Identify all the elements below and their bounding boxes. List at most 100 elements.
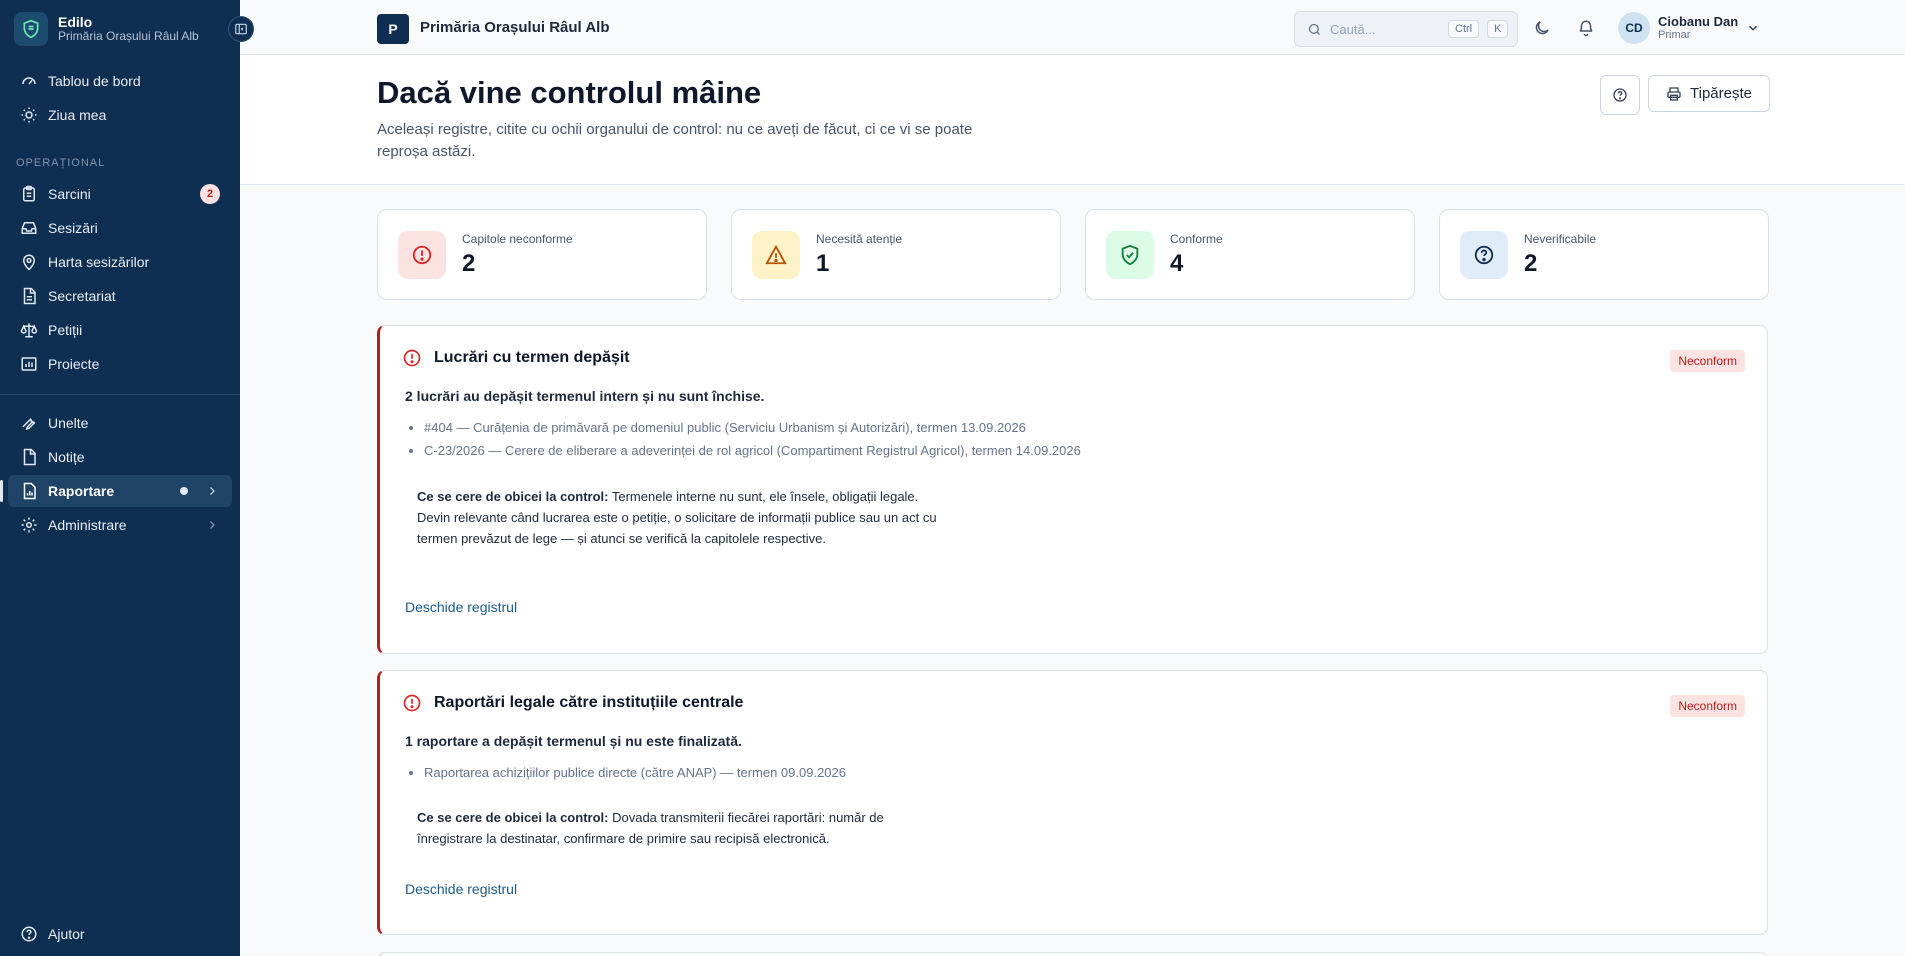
stat-value: 2 <box>462 249 476 277</box>
user-name: Ciobanu Dan <box>1658 13 1739 29</box>
stat-label: Conforme <box>1170 231 1223 246</box>
stat-card-conform[interactable]: Conforme 4 <box>1085 209 1415 300</box>
stat-label: Capitole neconforme <box>462 231 573 246</box>
stat-value: 1 <box>816 249 830 277</box>
sidebar-item-label: Harta sesizărilor <box>48 254 150 270</box>
chevron-right-icon <box>210 521 215 529</box>
list-item: Raportarea achizițiilor publice directe … <box>424 761 846 784</box>
sidebar-item-secretariat[interactable]: Secretariat <box>8 280 232 312</box>
sidebar-collapse-icon <box>235 23 247 35</box>
kbd-ctrl: Ctrl <box>1448 20 1480 38</box>
clipboard-icon <box>23 185 35 202</box>
bell-icon <box>1579 20 1593 37</box>
stat-card-attention[interactable]: Necesită atenție 1 <box>731 209 1061 300</box>
warning-icon <box>752 230 800 279</box>
tasks-count-badge: 2 <box>200 184 220 204</box>
sidebar-item-notes[interactable]: Notițe <box>8 441 232 473</box>
app-org: Primăria Orașului Râul Alb <box>58 29 199 44</box>
collapse-sidebar-button[interactable] <box>228 16 254 42</box>
sidebar-item-label: Ziua mea <box>48 107 107 123</box>
question-circle-icon <box>1613 88 1627 102</box>
alert-circle-icon <box>403 349 421 367</box>
help-button[interactable] <box>1600 75 1640 115</box>
alert-circle-icon <box>398 230 446 279</box>
sidebar-item-dashboard[interactable]: Tablou de bord <box>8 65 232 97</box>
gear-icon <box>21 517 37 533</box>
user-menu[interactable]: CD Ciobanu Dan Primar <box>1618 12 1760 44</box>
sidebar-item-label: Secretariat <box>48 288 116 304</box>
report-icon <box>23 482 36 500</box>
help-circle-icon <box>21 926 37 942</box>
sidebar-item-label: Tablou de bord <box>48 73 141 89</box>
sidebar-item-tools[interactable]: Unelte <box>8 407 232 439</box>
sidebar-item-reports[interactable]: Sesizări <box>8 212 232 244</box>
brand[interactable]: Edilo Primăria Orașului Râul Alb <box>14 12 226 46</box>
stat-card-nonconform[interactable]: Capitole neconforme 2 <box>377 209 707 300</box>
stat-label: Necesită atenție <box>816 231 903 246</box>
section-summary: 2 lucrări au depășit termenul intern și … <box>405 388 765 404</box>
question-icon <box>1460 230 1508 279</box>
shield-check-icon <box>1106 230 1154 279</box>
control-note: Ce se cere de obicei la control: Dovada … <box>417 807 937 849</box>
open-register-link[interactable]: Deschide registrul <box>405 599 517 615</box>
map-pin-icon <box>22 254 36 271</box>
sidebar-item-label: Raportare <box>48 483 115 499</box>
top-header: P Primăria Orașului Râul Alb Ctrl K CD C… <box>240 0 1905 55</box>
sidebar-item-label: Petiții <box>48 322 83 338</box>
scale-icon <box>20 323 38 338</box>
stat-value: 2 <box>1524 249 1538 277</box>
sidebar-item-help[interactable]: Ajutor <box>8 918 232 950</box>
search-box[interactable]: Ctrl K <box>1294 11 1518 47</box>
page-title: Dacă vine controlul mâine <box>377 75 762 110</box>
user-role: Primar <box>1658 29 1691 42</box>
avatar: CD <box>1618 12 1650 44</box>
stat-label: Neverificabile <box>1524 231 1597 246</box>
header-org-name[interactable]: Primăria Orașului Râul Alb <box>420 19 610 36</box>
sidebar-item-map[interactable]: Harta sesizărilor <box>8 246 232 278</box>
app-name: Edilo <box>58 14 93 31</box>
sidebar-item-tasks[interactable]: Sarcini 2 <box>8 178 232 210</box>
chevron-down-icon <box>1749 25 1758 31</box>
control-note: Ce se cere de obicei la control: Termene… <box>417 486 937 549</box>
theme-toggle-button[interactable] <box>1530 16 1554 40</box>
inbox-icon <box>21 222 37 234</box>
print-button[interactable]: Tipărește <box>1648 75 1770 112</box>
active-indicator-dot <box>180 487 188 495</box>
print-button-label: Tipărește <box>1690 85 1752 102</box>
sidebar-item-label: Notițe <box>48 449 85 465</box>
sidebar-item-admin[interactable]: Administrare <box>8 509 232 541</box>
section-card-next <box>377 952 1768 956</box>
sidebar-item-label: Proiecte <box>48 356 100 372</box>
status-badge: Neconform <box>1670 695 1745 717</box>
page-subtitle: Aceleași registre, citite cu ochii organ… <box>377 121 973 160</box>
chart-icon <box>21 357 37 371</box>
dashboard-icon <box>22 77 36 85</box>
sidebar-item-label: Unelte <box>48 415 89 431</box>
open-register-link[interactable]: Deschide registrul <box>405 881 517 897</box>
shield-logo-icon <box>14 12 48 46</box>
sidebar-item-label: Administrare <box>48 517 127 533</box>
list-item: C-23/2026 — Cerere de eliberare a adever… <box>424 439 1081 462</box>
section-summary: 1 raportare a depășit termenul și nu est… <box>405 733 742 749</box>
sidebar-item-petitions[interactable]: Petiții <box>8 314 232 346</box>
wrench-icon <box>22 418 36 431</box>
alert-circle-icon <box>403 694 421 712</box>
org-initial-badge[interactable]: P <box>377 14 409 44</box>
stat-card-unverifiable[interactable]: Neverificabile 2 <box>1439 209 1769 300</box>
sidebar-item-label: Ajutor <box>48 926 85 942</box>
document-icon <box>23 287 36 305</box>
sidebar-item-label: Sarcini <box>48 186 91 202</box>
list-item: #404 — Curățenia de primăvară pe domeniu… <box>424 416 1081 439</box>
section-item-list: Raportarea achizițiilor publice directe … <box>424 761 846 784</box>
page-header: Dacă vine controlul mâine Aceleași regis… <box>240 55 1905 185</box>
kbd-k: K <box>1487 20 1509 38</box>
section-card-overdue-works: Lucrări cu termen depășit Neconform 2 lu… <box>377 325 1768 654</box>
sidebar-item-reporting[interactable]: Raportare <box>0 475 232 507</box>
moon-icon <box>1535 21 1549 35</box>
search-input[interactable] <box>1330 21 1440 37</box>
sidebar-item-projects[interactable]: Proiecte <box>8 348 232 380</box>
sidebar-item-my-day[interactable]: Ziua mea <box>8 99 232 131</box>
printer-icon <box>1667 86 1681 101</box>
notifications-button[interactable] <box>1574 16 1598 40</box>
control-note-label: Ce se cere de obicei la control: <box>417 810 609 825</box>
